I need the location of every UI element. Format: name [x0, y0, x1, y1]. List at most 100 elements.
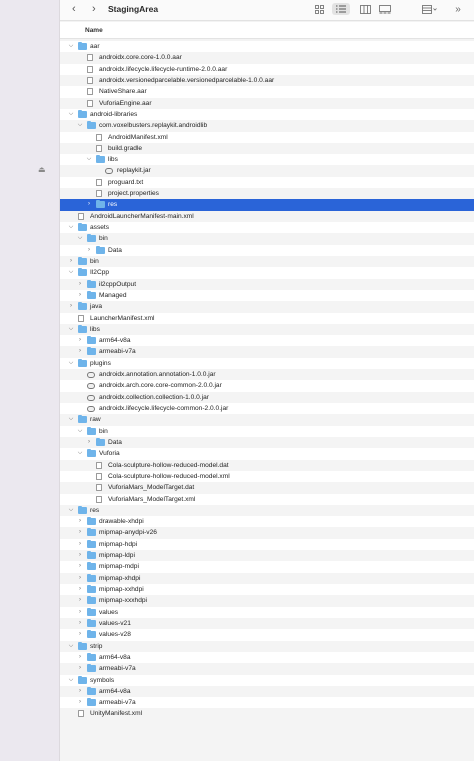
folder-row[interactable]: › armeabi-v7a [60, 663, 474, 675]
column-name-header[interactable]: Name [85, 27, 103, 34]
chevron-right-icon[interactable]: › [76, 686, 84, 697]
file-row[interactable]: Cola-sculpture-hollow-reduced-model.dat [60, 459, 474, 471]
column-header[interactable]: Name [60, 22, 474, 39]
chevron-right-icon[interactable]: › [76, 652, 84, 663]
folder-row[interactable]: ⌵ strip [60, 640, 474, 652]
chevron-right-icon[interactable]: › [76, 527, 84, 538]
folder-row[interactable]: › armeabi-v7a [60, 697, 474, 709]
chevron-right-icon[interactable]: › [76, 629, 84, 640]
file-row[interactable]: project.properties [60, 188, 474, 200]
file-row[interactable]: LauncherManifest.xml [60, 312, 474, 324]
chevron-down-icon[interactable]: ⌵ [85, 154, 93, 165]
folder-row[interactable]: › drawable-xhdpi [60, 516, 474, 528]
file-row[interactable]: build.gradle [60, 142, 474, 155]
chevron-right-icon[interactable]: › [76, 561, 84, 572]
folder-row[interactable]: › mipmap-xxxhdpi [60, 595, 474, 607]
chevron-right-icon[interactable]: › [76, 697, 84, 708]
folder-row[interactable]: › mipmap-xhdpi [60, 572, 474, 584]
folder-row[interactable]: › arm64-v8a [60, 685, 474, 698]
chevron-down-icon[interactable]: ⌵ [67, 109, 75, 120]
file-row[interactable]: androidx.arch.core.core-common-2.0.0.jar [60, 380, 474, 392]
file-row[interactable]: androidx.core.core-1.0.0.aar [60, 52, 474, 64]
folder-row[interactable]: › mipmap-anydpi-v26 [60, 527, 474, 539]
folder-row[interactable]: › armeabi-v7a [60, 346, 474, 358]
chevron-right-icon[interactable]: › [76, 595, 84, 606]
chevron-right-icon[interactable]: › [85, 199, 93, 210]
file-row[interactable]: androidx.lifecycle.lifecycle-runtime-2.0… [60, 63, 474, 75]
folder-row[interactable]: › java [60, 301, 474, 313]
folder-row[interactable]: ⌵ assets [60, 222, 474, 234]
file-row[interactable]: VuforiaEngine.aar [60, 97, 474, 109]
gallery-view-button[interactable] [378, 3, 392, 15]
chevron-down-icon[interactable]: ⌵ [67, 505, 75, 516]
chevron-down-icon[interactable]: ⌵ [76, 448, 84, 459]
file-row[interactable]: androidx.versionedparcelable.versionedpa… [60, 74, 474, 87]
file-row[interactable]: androidx.lifecycle.lifecycle-common-2.0.… [60, 403, 474, 415]
folder-row[interactable]: › Data [60, 244, 474, 256]
chevron-down-icon[interactable]: ⌵ [67, 267, 75, 278]
folder-row[interactable]: ⌵ Vuforia [60, 448, 474, 460]
folder-row[interactable]: › Data [60, 436, 474, 449]
group-view-button[interactable] [420, 3, 440, 15]
chevron-right-icon[interactable]: › [76, 618, 84, 629]
file-row[interactable]: VuforiaMars_ModelTarget.xml [60, 493, 474, 505]
file-row[interactable]: androidx.annotation.annotation-1.0.0.jar [60, 369, 474, 381]
file-row[interactable]: proguard.txt [60, 176, 474, 189]
folder-row[interactable]: ⌵ plugins [60, 357, 474, 370]
eject-icon[interactable]: ⏏ [38, 165, 46, 174]
chevron-right-icon[interactable]: › [76, 346, 84, 357]
file-row[interactable]: AndroidManifest.xml [60, 131, 474, 143]
file-row[interactable]: UnityManifest.xml [60, 708, 474, 720]
chevron-right-icon[interactable]: › [85, 437, 93, 448]
chevron-right-icon[interactable]: › [76, 663, 84, 674]
chevron-right-icon[interactable]: › [67, 256, 75, 267]
folder-row[interactable]: › arm64-v8a [60, 651, 474, 664]
chevron-right-icon[interactable]: › [76, 573, 84, 584]
chevron-right-icon[interactable]: › [85, 245, 93, 256]
file-row[interactable]: NativeShare.aar [60, 86, 474, 98]
chevron-down-icon[interactable]: ⌵ [76, 120, 84, 131]
chevron-right-icon[interactable]: › [76, 516, 84, 527]
folder-row[interactable]: ⌵ raw [60, 414, 474, 426]
folder-row[interactable]: › values-v28 [60, 629, 474, 641]
folder-row[interactable]: ⌵ com.voxelbusters.replaykit.androidlib [60, 120, 474, 132]
chevron-down-icon[interactable]: ⌵ [67, 358, 75, 369]
folder-row[interactable]: › Managed [60, 289, 474, 302]
chevron-down-icon[interactable]: ⌵ [76, 426, 84, 437]
chevron-right-icon[interactable]: › [76, 584, 84, 595]
folder-row[interactable]: › mipmap-mdpi [60, 561, 474, 573]
file-row[interactable]: AndroidLauncherManifest-main.xml [60, 210, 474, 222]
chevron-down-icon[interactable]: ⌵ [76, 233, 84, 244]
folder-row[interactable]: ⌵ libs [60, 154, 474, 166]
folder-row[interactable]: ⌵ aar [60, 41, 474, 53]
folder-row[interactable]: ⌵ bin [60, 233, 474, 245]
back-button[interactable]: ‹ [72, 3, 76, 15]
forward-button[interactable]: › [92, 3, 96, 15]
folder-row[interactable]: ⌵ bin [60, 425, 474, 437]
chevron-right-icon[interactable]: › [76, 290, 84, 301]
folder-row[interactable]: › mipmap-hdpi [60, 538, 474, 551]
icon-view-button[interactable] [312, 3, 326, 15]
chevron-right-icon[interactable]: › [76, 539, 84, 550]
column-view-button[interactable] [358, 3, 372, 15]
list-view-button[interactable] [332, 3, 350, 15]
folder-row[interactable]: › values [60, 606, 474, 618]
file-row[interactable]: androidx.collection.collection-1.0.0.jar [60, 391, 474, 403]
chevron-down-icon[interactable]: ⌵ [67, 41, 75, 52]
folder-row[interactable]: › il2cppOutput [60, 278, 474, 290]
folder-row[interactable]: › res [60, 199, 474, 211]
folder-row[interactable]: › arm64-v8a [60, 335, 474, 347]
file-row[interactable]: VuforiaMars_ModelTarget.dat [60, 482, 474, 494]
chevron-right-icon[interactable]: › [76, 607, 84, 618]
chevron-right-icon[interactable]: › [76, 279, 84, 290]
file-row[interactable]: Cola-sculpture-hollow-reduced-model.xml [60, 470, 474, 483]
folder-row[interactable]: › values-v21 [60, 617, 474, 630]
more-button[interactable]: » [452, 3, 464, 15]
chevron-right-icon[interactable]: › [76, 550, 84, 561]
folder-row[interactable]: ⌵ Il2Cpp [60, 267, 474, 279]
chevron-down-icon[interactable]: ⌵ [67, 641, 75, 652]
chevron-down-icon[interactable]: ⌵ [67, 675, 75, 686]
chevron-right-icon[interactable]: › [76, 335, 84, 346]
folder-row[interactable]: ⌵ android-libraries [60, 108, 474, 121]
folder-row[interactable]: › mipmap-xxhdpi [60, 584, 474, 596]
